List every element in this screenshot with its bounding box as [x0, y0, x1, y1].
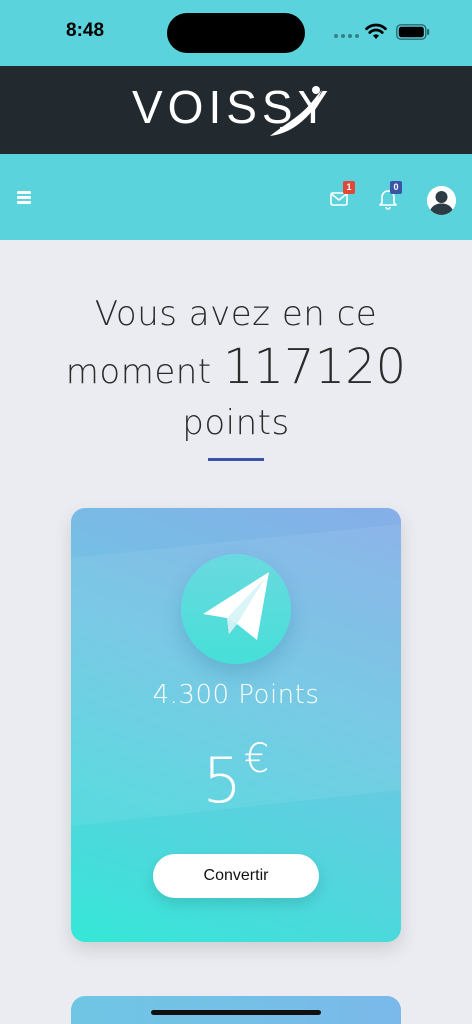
mail-count-badge: 1 — [343, 181, 355, 194]
battery-icon — [396, 24, 430, 40]
points-total: 117120 — [222, 339, 407, 395]
wifi-icon — [365, 23, 387, 39]
voissy-logo[interactable]: VOISSY — [130, 76, 330, 146]
brand-header: VOISSY — [0, 66, 472, 154]
user-avatar[interactable] — [427, 186, 456, 215]
navigation-bar: 1 0 — [0, 154, 472, 240]
convert-button[interactable]: Convertir — [153, 854, 319, 898]
headline-line1: Vous avez en ce — [94, 294, 378, 334]
notification-count-badge: 0 — [390, 181, 402, 194]
status-time: 8:48 — [66, 20, 105, 41]
headline-line3: points — [182, 403, 290, 443]
reward-price-currency: € — [244, 736, 270, 782]
home-indicator[interactable] — [151, 1010, 321, 1015]
headline-line2: moment 117120 — [40, 338, 432, 401]
logo-swoosh-icon — [270, 86, 322, 136]
cellular-signal-icon — [334, 34, 360, 38]
points-headline: Vous avez en ce moment 117120 points — [40, 290, 432, 445]
reward-points-label: 4.300 Points — [152, 680, 320, 710]
dynamic-island — [167, 13, 305, 53]
headline-line2-prefix: moment — [65, 352, 212, 392]
user-avatar-icon — [427, 186, 456, 215]
paper-plane-icon — [203, 572, 269, 640]
reward-price-amount: 5 — [202, 744, 242, 817]
hamburger-menu-icon[interactable] — [17, 191, 31, 204]
reward-price: 5€ — [71, 736, 401, 817]
reward-card: 4.300 Points 5€ Convertir — [71, 508, 401, 942]
headline-divider — [208, 458, 264, 461]
card-icon-circle — [181, 554, 291, 664]
status-bar: 8:48 — [0, 0, 472, 66]
